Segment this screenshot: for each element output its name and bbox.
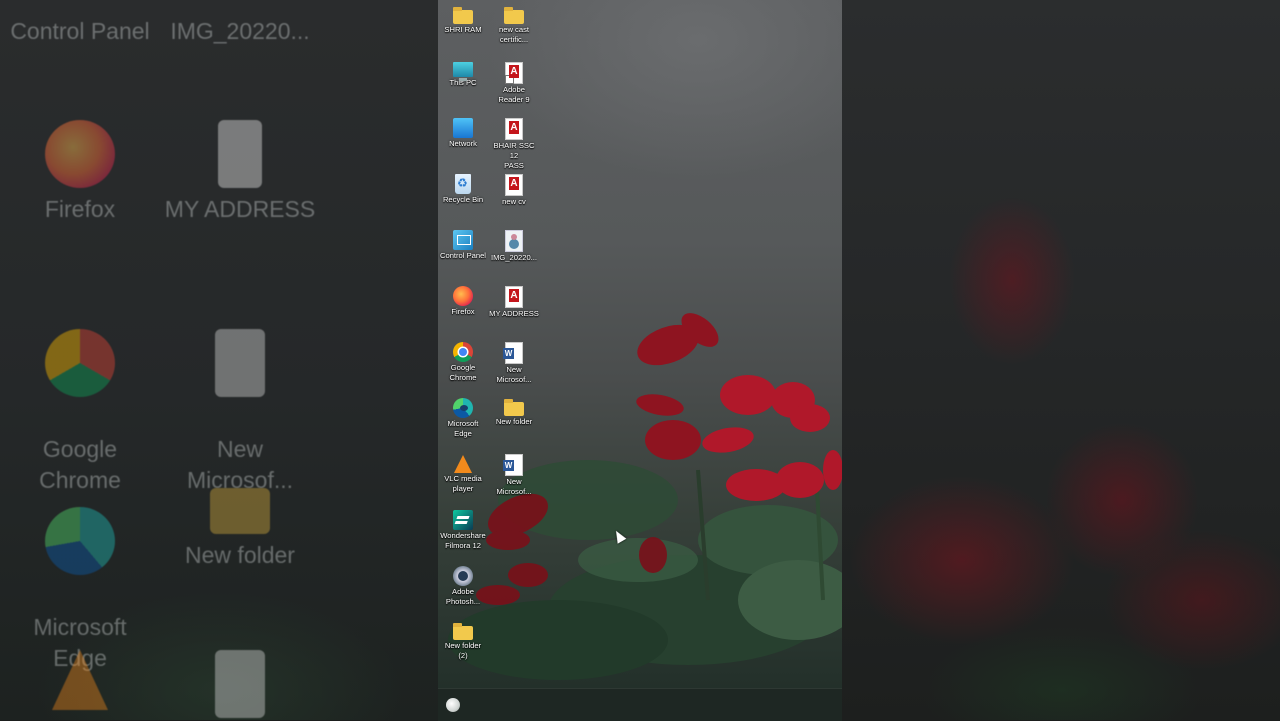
taskbar xyxy=(438,688,842,721)
icon-label: Adobe Reader 9 xyxy=(498,85,530,104)
photoshop-icon xyxy=(453,566,473,586)
icon-label: New folder xyxy=(495,417,533,426)
icon-label: New folder (2) xyxy=(444,641,482,660)
desktop-icon-new-folder-2[interactable]: New folder (2) xyxy=(438,616,488,661)
firefox-icon xyxy=(45,120,115,188)
desktop-icon-my-address[interactable]: MY ADDRESS xyxy=(489,280,539,319)
edge-icon xyxy=(453,398,473,418)
icon-label: Network xyxy=(449,139,477,148)
chrome-icon xyxy=(45,329,115,397)
search-icon[interactable] xyxy=(446,698,460,712)
icon-label: Google Chrome xyxy=(449,363,477,382)
edge-icon xyxy=(45,507,115,575)
desktop-icon-recycle-bin[interactable]: Recycle Bin xyxy=(438,168,488,205)
recycle-bin-icon xyxy=(455,174,471,194)
backdrop-label: IMG_20220... xyxy=(170,18,310,44)
word-doc-icon xyxy=(503,454,523,476)
desktop-icon-vlc[interactable]: VLC media player xyxy=(438,448,488,494)
vlc-icon xyxy=(454,455,472,473)
folder-icon xyxy=(504,7,524,24)
filmora-icon xyxy=(453,510,473,530)
icon-label: Wondershare Filmora 12 xyxy=(440,531,486,550)
icon-label: New Microsof... xyxy=(496,477,532,496)
icon-label: new cast certific... xyxy=(499,25,529,44)
icon-label: new cv xyxy=(502,197,526,206)
desktop[interactable]: SHRI RAM new cast certific... This PC Ad… xyxy=(438,0,842,688)
backdrop-folder: New folder xyxy=(160,476,320,571)
desktop-icon-firefox[interactable]: Firefox xyxy=(438,280,488,317)
desktop-icon-new-cv[interactable]: new cv xyxy=(489,168,539,207)
image-file-icon xyxy=(505,230,523,252)
firefox-icon xyxy=(453,286,473,306)
icon-label: Recycle Bin xyxy=(442,195,484,204)
control-panel-icon xyxy=(453,230,473,250)
desktop-icon-shri-ram[interactable]: SHRI RAM xyxy=(438,0,488,35)
desktop-icon-this-pc[interactable]: This PC xyxy=(438,56,488,88)
pdf-icon xyxy=(505,118,523,140)
icon-label: Control Panel xyxy=(439,251,486,260)
word-doc-icon xyxy=(215,329,265,397)
backdrop-word-2 xyxy=(160,650,320,720)
folder-icon xyxy=(210,488,270,534)
backdrop-pdf: MY ADDRESS xyxy=(160,120,320,225)
backdrop-firefox: Firefox xyxy=(0,120,160,225)
desktop-icon-bhair-ssc[interactable]: BHAIR SSC 12 PASS xyxy=(489,112,539,171)
folder-icon xyxy=(453,623,473,640)
icon-label: Adobe Photosh... xyxy=(445,587,481,606)
backdrop-edge: Microsoft Edge xyxy=(0,476,160,674)
folder-icon xyxy=(453,7,473,24)
backdrop-label: MY ADDRESS xyxy=(164,196,316,222)
blurred-backdrop-right xyxy=(842,0,1280,720)
icon-label: BHAIR SSC 12 PASS xyxy=(493,141,535,170)
backdrop-label: Firefox xyxy=(44,196,116,222)
icon-label: Microsoft Edge xyxy=(447,419,479,438)
desktop-icon-adobe-reader[interactable]: Adobe Reader 9 xyxy=(489,56,539,105)
vlc-icon xyxy=(52,650,108,710)
backdrop-chrome: Google Chrome xyxy=(0,298,160,496)
adobe-reader-icon xyxy=(505,62,523,84)
icon-label: SHRI RAM xyxy=(444,25,482,34)
icon-label: MY ADDRESS xyxy=(489,309,539,318)
desktop-icon-word-doc-1[interactable]: New Microsof... xyxy=(489,336,539,385)
network-icon xyxy=(453,118,473,138)
icon-label: Firefox xyxy=(451,307,475,316)
backdrop-label: Control Panel xyxy=(10,18,150,44)
pdf-icon xyxy=(505,174,523,196)
icon-label: IMG_20220... xyxy=(490,253,537,262)
word-doc-icon xyxy=(503,342,523,364)
desktop-icon-word-doc-2[interactable]: New Microsof... xyxy=(489,448,539,497)
folder-icon xyxy=(504,399,524,416)
icon-label: New Microsof... xyxy=(496,365,532,384)
word-doc-icon xyxy=(215,650,265,718)
desktop-icon-filmora[interactable]: Wondershare Filmora 12 xyxy=(438,504,488,551)
pdf-icon xyxy=(218,120,262,188)
desktop-icon-photoshop[interactable]: Adobe Photosh... xyxy=(438,560,488,607)
backdrop-label: New folder xyxy=(185,542,295,568)
computer-icon xyxy=(453,62,473,81)
chrome-icon xyxy=(453,342,473,362)
icon-label: VLC media player xyxy=(444,474,482,493)
desktop-icon-new-cast-certificate[interactable]: new cast certific... xyxy=(489,0,539,45)
backdrop-word: New Microsof... xyxy=(160,298,320,496)
pdf-icon xyxy=(505,286,523,308)
desktop-icon-control-panel[interactable]: Control Panel xyxy=(438,224,488,261)
backdrop-vlc xyxy=(0,650,160,716)
desktop-icon-google-chrome[interactable]: Google Chrome xyxy=(438,336,488,383)
desktop-icon-microsoft-edge[interactable]: Microsoft Edge xyxy=(438,392,488,439)
desktop-icon-new-folder[interactable]: New folder xyxy=(489,392,539,427)
blurred-backdrop-left: Control Panel IMG_20220... Firefox MY AD… xyxy=(0,0,438,720)
desktop-icon-network[interactable]: Network xyxy=(438,112,488,149)
desktop-icon-img-file[interactable]: IMG_20220... xyxy=(489,224,539,263)
